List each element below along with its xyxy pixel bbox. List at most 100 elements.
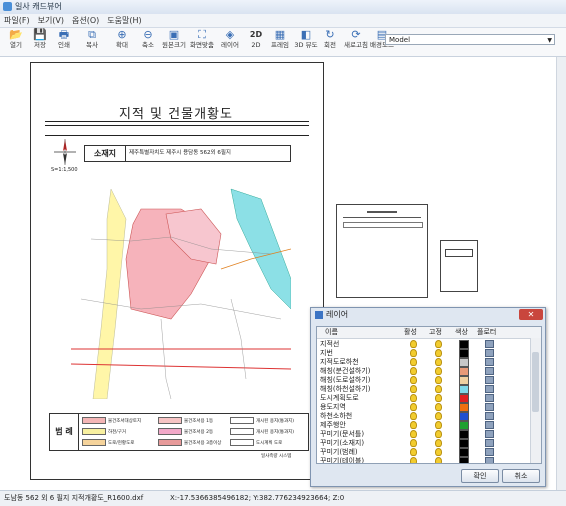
- legend-label: 하천/구거: [108, 430, 127, 435]
- cancel-button[interactable]: 취소: [502, 469, 540, 483]
- view-select[interactable]: Model ▼: [385, 34, 555, 45]
- layer-list-scrollbar[interactable]: [530, 338, 541, 463]
- lock-bulb-icon[interactable]: [435, 394, 442, 402]
- thumbnail-sheet: [440, 240, 478, 292]
- printer-icon[interactable]: [485, 403, 494, 411]
- lock-bulb-icon[interactable]: [435, 385, 442, 393]
- toolbar-label: 축소: [142, 41, 154, 49]
- cadastral-map: [71, 188, 291, 399]
- status-bar: 도남동 562 외 6 필지 지적개황도_R1600.dxf X:-17.536…: [0, 490, 566, 506]
- close-button[interactable]: ✕: [519, 309, 543, 320]
- lock-bulb-icon[interactable]: [435, 358, 442, 366]
- fit-screen-button[interactable]: ⛶ 화면맞춤: [190, 29, 214, 55]
- legend-label: 물건조서용 3층이상: [184, 441, 222, 446]
- view-select-value: Model: [389, 36, 411, 44]
- menu-view[interactable]: 보기(V): [34, 14, 68, 27]
- printer-icon[interactable]: [485, 367, 494, 375]
- legend-label: 개시된 용지(통과지): [256, 419, 295, 424]
- legend-swatch: [82, 439, 106, 446]
- active-bulb-icon[interactable]: [410, 421, 417, 429]
- dialog-title: 레이어: [326, 310, 349, 319]
- lock-bulb-icon[interactable]: [435, 412, 442, 420]
- menu-options[interactable]: 옵션(O): [68, 14, 103, 27]
- menu-file[interactable]: 파일(F): [0, 14, 34, 27]
- printer-icon[interactable]: [485, 358, 494, 366]
- sheet-title: 지적 및 건물개황도: [119, 107, 233, 122]
- printer-icon[interactable]: [485, 349, 494, 357]
- active-bulb-icon[interactable]: [410, 394, 417, 402]
- active-bulb-icon[interactable]: [410, 376, 417, 384]
- print-button[interactable]: 🖶 인쇄: [52, 29, 76, 55]
- toolbar-label: 원본크기: [162, 41, 186, 49]
- active-bulb-icon[interactable]: [410, 448, 417, 456]
- location-value: 제주특별자치도 제주시 용담동 562외 6필지: [129, 150, 231, 156]
- active-bulb-icon[interactable]: [410, 439, 417, 447]
- toolbar-label: 레이어: [221, 41, 239, 49]
- toolbar-label: 회전: [324, 41, 336, 49]
- legend-item: 개시된 용지(통과지): [230, 428, 294, 435]
- layer-list-header: 이름 활성 고정 색상 플로터: [317, 327, 541, 339]
- legend-swatch: [158, 417, 182, 424]
- lock-bulb-icon[interactable]: [435, 457, 442, 463]
- copy-icon: ⧉: [88, 28, 96, 41]
- folder-button[interactable]: 📂 열기: [4, 29, 28, 55]
- menu-help[interactable]: 도움말(H): [103, 14, 145, 27]
- fit-screen-icon: ⛶: [198, 28, 206, 41]
- active-bulb-icon[interactable]: [410, 412, 417, 420]
- layers-button[interactable]: ◈ 레이어: [218, 29, 242, 55]
- active-bulb-icon[interactable]: [410, 349, 417, 357]
- printer-icon[interactable]: [485, 376, 494, 384]
- lock-bulb-icon[interactable]: [435, 430, 442, 438]
- active-bulb-icon[interactable]: [410, 430, 417, 438]
- active-bulb-icon[interactable]: [410, 358, 417, 366]
- app-icon: [3, 2, 12, 11]
- layer-name: 꾸미기(테이블): [320, 457, 365, 464]
- save-button[interactable]: 💾 저장: [28, 29, 52, 55]
- active-bulb-icon[interactable]: [410, 385, 417, 393]
- lock-bulb-icon[interactable]: [435, 448, 442, 456]
- legend-item: 도시계획 도로: [230, 439, 282, 446]
- lock-bulb-icon[interactable]: [435, 340, 442, 348]
- scrollbar-thumb[interactable]: [532, 352, 539, 412]
- printer-icon[interactable]: [485, 412, 494, 420]
- frame-button[interactable]: ▦ 프레임: [268, 29, 292, 55]
- printer-icon[interactable]: [485, 421, 494, 429]
- active-bulb-icon[interactable]: [410, 403, 417, 411]
- vertical-scrollbar[interactable]: [556, 57, 566, 490]
- copy-button[interactable]: ⧉ 복사: [80, 29, 104, 55]
- chevron-down-icon: ▼: [547, 37, 552, 44]
- printer-icon[interactable]: [485, 385, 494, 393]
- 3d-view-button[interactable]: ◧ 3D 뷰도: [294, 29, 318, 55]
- rotate-button[interactable]: ↻ 회전: [318, 29, 342, 55]
- original-size-button[interactable]: ▣ 원본크기: [162, 29, 186, 55]
- layer-color-swatch[interactable]: [459, 457, 469, 463]
- thumbnail-sheet: [336, 204, 428, 298]
- print-icon: 🖶: [58, 28, 70, 41]
- zoom-in-button[interactable]: ⊕ 확대: [110, 29, 134, 55]
- printer-icon[interactable]: [485, 457, 494, 463]
- printer-icon[interactable]: [485, 439, 494, 447]
- printer-icon[interactable]: [485, 448, 494, 456]
- legend-label: 물건조서대상토지: [108, 419, 142, 424]
- printer-icon[interactable]: [485, 430, 494, 438]
- refresh-button[interactable]: ⟳ 새로고침: [344, 29, 368, 55]
- lock-bulb-icon[interactable]: [435, 367, 442, 375]
- printer-icon[interactable]: [485, 394, 494, 402]
- active-bulb-icon[interactable]: [410, 457, 417, 463]
- zoom-out-button[interactable]: ⊖ 축소: [136, 29, 160, 55]
- ok-button[interactable]: 확인: [461, 469, 499, 483]
- printer-icon[interactable]: [485, 340, 494, 348]
- lock-bulb-icon[interactable]: [435, 349, 442, 357]
- lock-bulb-icon[interactable]: [435, 403, 442, 411]
- lock-bulb-icon[interactable]: [435, 421, 442, 429]
- 2d-button[interactable]: 2D 2D: [244, 29, 268, 55]
- active-bulb-icon[interactable]: [410, 367, 417, 375]
- layer-row[interactable]: 꾸미기(테이블): [317, 456, 529, 464]
- lock-bulb-icon[interactable]: [435, 376, 442, 384]
- toolbar-label: 확대: [116, 41, 128, 49]
- lock-bulb-icon[interactable]: [435, 439, 442, 447]
- col-active: 활성: [404, 328, 417, 336]
- active-bulb-icon[interactable]: [410, 340, 417, 348]
- toolbar-label: 프레임: [271, 41, 289, 49]
- toolbar-label: 2D: [251, 41, 261, 49]
